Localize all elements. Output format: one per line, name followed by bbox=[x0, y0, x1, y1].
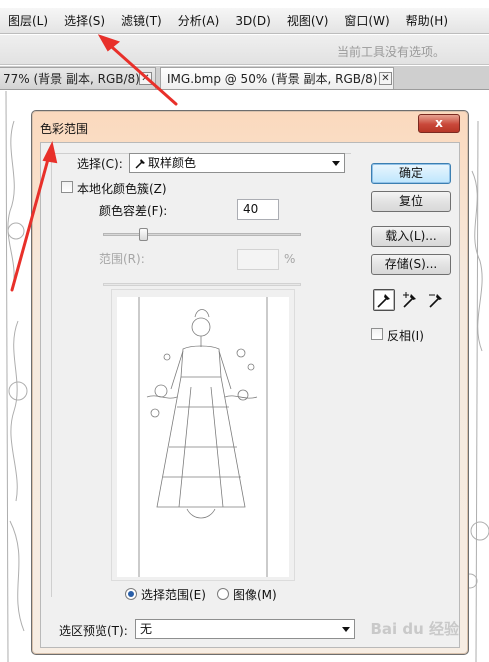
select-value: 取样颜色 bbox=[148, 156, 197, 170]
eyedropper-icon bbox=[135, 159, 145, 169]
menu-select[interactable]: 选择(S) bbox=[56, 8, 113, 34]
close-icon[interactable]: ✕ bbox=[379, 72, 392, 85]
range-label: 范围(R): bbox=[99, 252, 145, 266]
menu-3d[interactable]: 3D(D) bbox=[227, 8, 278, 34]
save-button[interactable]: 存储(S)... bbox=[371, 254, 451, 275]
menu-view[interactable]: 视图(V) bbox=[279, 8, 337, 34]
dialog-close-button[interactable]: x bbox=[418, 114, 460, 133]
selection-preview-dropdown[interactable]: 无 bbox=[135, 619, 355, 639]
range-input bbox=[237, 249, 279, 270]
select-label: 选择(C): bbox=[77, 157, 123, 171]
ok-button[interactable]: 确定 bbox=[371, 163, 451, 184]
preview-image-radio[interactable] bbox=[217, 588, 229, 600]
preview-image-label: 图像(M) bbox=[233, 588, 277, 602]
localized-color-clusters-label: 本地化颜色簇(Z) bbox=[77, 182, 167, 196]
menu-bar: 图层(L) 选择(S) 滤镜(T) 分析(A) 3D(D) 视图(V) 窗口(W… bbox=[0, 8, 489, 34]
fuzziness-label: 颜色容差(F): bbox=[99, 204, 168, 218]
menu-help[interactable]: 帮助(H) bbox=[398, 8, 456, 34]
options-hint: 当前工具没有选项。 bbox=[336, 45, 445, 59]
localized-color-clusters-checkbox[interactable] bbox=[61, 181, 73, 193]
chevron-down-icon bbox=[332, 161, 340, 166]
load-button[interactable]: 载入(L)... bbox=[371, 226, 451, 247]
dialog-body: 选择(C): 取样颜色 本地化颜色簇(Z) 颜色容差(F): 40 范围(R):… bbox=[40, 142, 460, 648]
color-range-dialog: 色彩范围 x 选择(C): 取样颜色 本地化颜色簇(Z) 颜色容差(F): 40… bbox=[31, 110, 469, 655]
eyedropper-subtract-tool[interactable] bbox=[425, 289, 447, 311]
doc-tab-2[interactable]: IMG.bmp @ 50% (背景 副本, RGB/8) * ✕ bbox=[160, 67, 394, 89]
eyedropper-icon bbox=[377, 294, 390, 308]
doc-tab-1[interactable]: 77% (背景 副本, RGB/8) * ✕ bbox=[0, 67, 156, 89]
menu-window[interactable]: 窗口(W) bbox=[336, 8, 397, 34]
fuzziness-slider-track[interactable] bbox=[103, 233, 301, 236]
document-tab-bar: 77% (背景 副本, RGB/8) * ✕ IMG.bmp @ 50% (背景… bbox=[0, 66, 489, 90]
preview-selection-label: 选择范围(E) bbox=[141, 588, 206, 602]
select-dropdown[interactable]: 取样颜色 bbox=[129, 153, 345, 173]
eyedropper-add-tool[interactable] bbox=[399, 289, 421, 311]
range-slider-track bbox=[103, 283, 301, 286]
invert-label: 反相(I) bbox=[387, 329, 424, 343]
chevron-down-icon bbox=[342, 627, 350, 632]
preview-frame bbox=[111, 289, 295, 581]
selection-preview-value: 无 bbox=[140, 622, 153, 636]
menu-filter[interactable]: 滤镜(T) bbox=[113, 8, 170, 34]
dialog-title: 色彩范围 bbox=[40, 122, 89, 136]
preview-selection-radio[interactable] bbox=[125, 588, 137, 600]
close-icon[interactable]: ✕ bbox=[139, 72, 152, 85]
menu-layer[interactable]: 图层(L) bbox=[0, 8, 56, 34]
eyedropper-plus-icon bbox=[403, 292, 416, 308]
watermark: Bai du 经验 bbox=[370, 620, 459, 638]
range-unit: % bbox=[284, 252, 296, 266]
menu-analysis[interactable]: 分析(A) bbox=[170, 8, 228, 34]
doc-tab-1-label: 77% (背景 副本, RGB/8) * bbox=[3, 72, 150, 86]
invert-checkbox[interactable] bbox=[371, 328, 383, 340]
fuzziness-input[interactable]: 40 bbox=[237, 199, 279, 220]
doc-tab-2-label: IMG.bmp @ 50% (背景 副本, RGB/8) * bbox=[167, 72, 388, 86]
reset-button[interactable]: 复位 bbox=[371, 191, 451, 212]
eyedropper-tool[interactable] bbox=[373, 289, 395, 311]
eyedropper-minus-icon bbox=[429, 294, 442, 308]
selection-preview-label: 选区预览(T): bbox=[59, 624, 128, 638]
options-bar: 当前工具没有选项。 bbox=[0, 35, 489, 65]
fuzziness-slider-handle[interactable] bbox=[138, 228, 148, 241]
